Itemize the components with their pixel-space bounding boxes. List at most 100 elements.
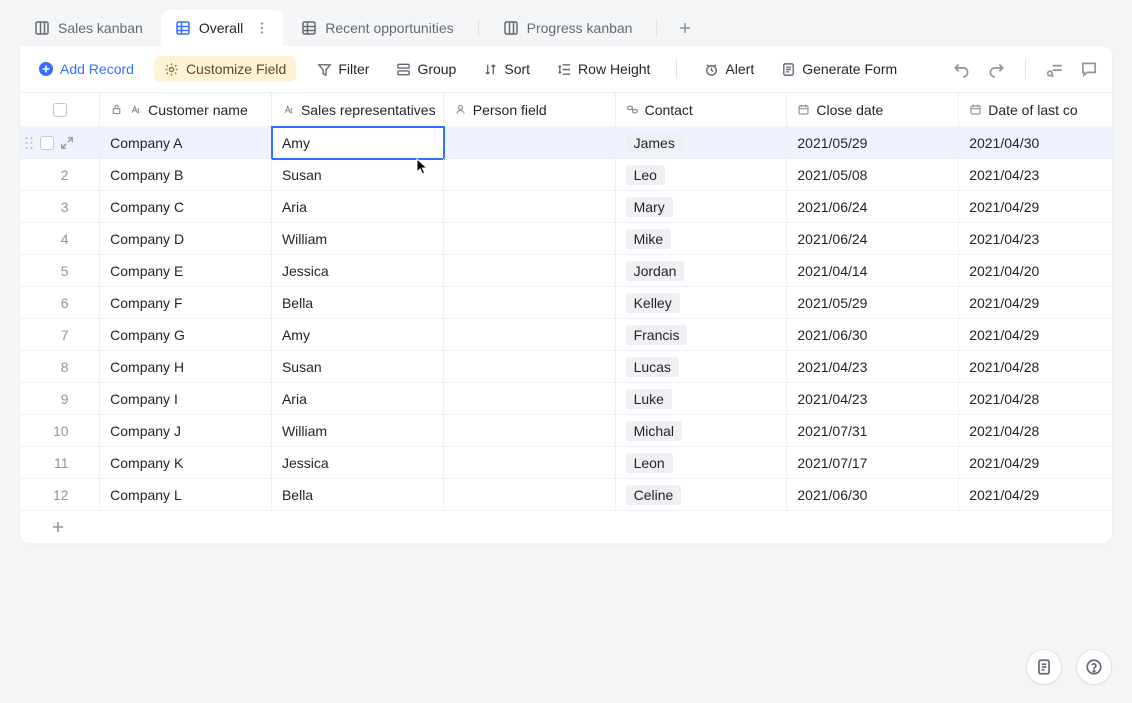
cell-customer[interactable]: Company A: [100, 127, 272, 159]
table-row[interactable]: 12 Company L Bella Celine 2021/06/30 202…: [20, 479, 1112, 511]
cell-person[interactable]: [444, 191, 616, 223]
table-row[interactable]: 5 Company E Jessica Jordan 2021/04/14 20…: [20, 255, 1112, 287]
cell-contact[interactable]: Leon: [616, 447, 788, 479]
alert-button[interactable]: Alert: [697, 57, 760, 81]
cell-contact[interactable]: Kelley: [616, 287, 788, 319]
search-button[interactable]: [1044, 58, 1066, 80]
cell-last-contact[interactable]: 2021/04/29: [959, 287, 1112, 319]
row-height-button[interactable]: Row Height: [550, 57, 656, 81]
cell-person[interactable]: [444, 159, 616, 191]
cell-last-contact[interactable]: 2021/04/23: [959, 223, 1112, 255]
cell-customer[interactable]: Company B: [100, 159, 272, 191]
cell-sales-rep[interactable]: William: [272, 223, 444, 255]
table-row[interactable]: 7 Company G Amy Francis 2021/06/30 2021/…: [20, 319, 1112, 351]
tab-sales-kanban[interactable]: Sales kanban: [20, 10, 157, 46]
cell-customer[interactable]: Company E: [100, 255, 272, 287]
tab-progress-kanban[interactable]: Progress kanban: [489, 10, 647, 46]
row-index-cell[interactable]: 6: [20, 287, 100, 319]
cell-person[interactable]: [444, 415, 616, 447]
header-checkbox-cell[interactable]: [20, 93, 100, 127]
cell-close-date[interactable]: 2021/06/30: [787, 319, 959, 351]
row-index-cell[interactable]: 11: [20, 447, 100, 479]
add-view-button[interactable]: [671, 14, 699, 42]
generate-form-button[interactable]: Generate Form: [774, 57, 903, 81]
cell-sales-rep[interactable]: Amy: [272, 319, 444, 351]
row-index-cell[interactable]: 12: [20, 479, 100, 511]
cell-close-date[interactable]: 2021/05/08: [787, 159, 959, 191]
cell-last-contact[interactable]: 2021/04/28: [959, 383, 1112, 415]
customize-field-button[interactable]: Customize Field: [154, 56, 296, 82]
cell-sales-rep[interactable]: Jessica: [272, 255, 444, 287]
cell-contact[interactable]: James: [616, 127, 788, 159]
cell-contact[interactable]: Leo: [616, 159, 788, 191]
row-index-cell[interactable]: 5: [20, 255, 100, 287]
tab-recent-opportunities[interactable]: Recent opportunities: [287, 10, 467, 46]
cell-sales-rep[interactable]: Aria: [272, 191, 444, 223]
cell-person[interactable]: [444, 127, 616, 159]
filter-button[interactable]: Filter: [310, 57, 375, 81]
select-all-checkbox[interactable]: [53, 103, 67, 117]
row-index-cell[interactable]: 8: [20, 351, 100, 383]
cell-contact[interactable]: Jordan: [616, 255, 788, 287]
cell-person[interactable]: [444, 223, 616, 255]
cell-person[interactable]: [444, 319, 616, 351]
tab-overall[interactable]: Overall: [161, 10, 283, 46]
cell-sales-rep[interactable]: Susan: [272, 159, 444, 191]
cell-contact[interactable]: Celine: [616, 479, 788, 511]
cell-customer[interactable]: Company G: [100, 319, 272, 351]
cell-person[interactable]: [444, 383, 616, 415]
drag-handle-icon[interactable]: [24, 136, 34, 150]
comment-button[interactable]: [1078, 58, 1100, 80]
table-row[interactable]: 8 Company H Susan Lucas 2021/04/23 2021/…: [20, 351, 1112, 383]
cell-close-date[interactable]: 2021/06/24: [787, 191, 959, 223]
cell-contact[interactable]: Michal: [616, 415, 788, 447]
header-last-contact[interactable]: Date of last co: [959, 93, 1112, 127]
table-row[interactable]: 2 Company B Susan Leo 2021/05/08 2021/04…: [20, 159, 1112, 191]
add-record-button[interactable]: Add Record: [32, 57, 140, 81]
table-row[interactable]: 3 Company C Aria Mary 2021/06/24 2021/04…: [20, 191, 1112, 223]
cell-sales-rep[interactable]: Susan: [272, 351, 444, 383]
table-row[interactable]: 4 Company D William Mike 2021/06/24 2021…: [20, 223, 1112, 255]
cell-sales-rep[interactable]: Bella: [272, 287, 444, 319]
cell-customer[interactable]: Company L: [100, 479, 272, 511]
cell-person[interactable]: [444, 447, 616, 479]
row-index-cell[interactable]: 4: [20, 223, 100, 255]
cell-customer[interactable]: Company F: [100, 287, 272, 319]
row-index-cell[interactable]: 7: [20, 319, 100, 351]
cell-last-contact[interactable]: 2021/04/29: [959, 191, 1112, 223]
cell-person[interactable]: [444, 255, 616, 287]
doc-fab[interactable]: [1026, 649, 1062, 685]
header-person[interactable]: Person field: [444, 93, 616, 127]
undo-button[interactable]: [951, 58, 973, 80]
cell-contact[interactable]: Francis: [616, 319, 788, 351]
header-contact[interactable]: Contact: [616, 93, 788, 127]
cell-contact[interactable]: Mary: [616, 191, 788, 223]
cell-last-contact[interactable]: 2021/04/29: [959, 479, 1112, 511]
table-row[interactable]: 10 Company J William Michal 2021/07/31 2…: [20, 415, 1112, 447]
row-index-cell[interactable]: 2: [20, 159, 100, 191]
row-index-cell[interactable]: 9: [20, 383, 100, 415]
cell-person[interactable]: [444, 287, 616, 319]
cell-last-contact[interactable]: 2021/04/29: [959, 319, 1112, 351]
cell-last-contact[interactable]: 2021/04/23: [959, 159, 1112, 191]
cell-last-contact[interactable]: 2021/04/30: [959, 127, 1112, 159]
cell-close-date[interactable]: 2021/06/24: [787, 223, 959, 255]
sort-button[interactable]: Sort: [476, 57, 536, 81]
cell-close-date[interactable]: 2021/07/31: [787, 415, 959, 447]
table-row[interactable]: Company A Amy James 2021/05/29 2021/04/3…: [20, 127, 1112, 159]
cell-person[interactable]: [444, 479, 616, 511]
cell-last-contact[interactable]: 2021/04/20: [959, 255, 1112, 287]
cell-close-date[interactable]: 2021/04/23: [787, 383, 959, 415]
cell-customer[interactable]: Company I: [100, 383, 272, 415]
cell-sales-rep[interactable]: Bella: [272, 479, 444, 511]
cell-sales-rep[interactable]: Jessica: [272, 447, 444, 479]
cell-sales-rep[interactable]: Amy: [272, 127, 444, 159]
cell-close-date[interactable]: 2021/07/17: [787, 447, 959, 479]
cell-customer[interactable]: Company H: [100, 351, 272, 383]
row-index-cell[interactable]: [20, 127, 100, 159]
cell-close-date[interactable]: 2021/04/23: [787, 351, 959, 383]
row-checkbox[interactable]: [40, 136, 54, 150]
cell-customer[interactable]: Company C: [100, 191, 272, 223]
cell-last-contact[interactable]: 2021/04/28: [959, 415, 1112, 447]
cell-contact[interactable]: Mike: [616, 223, 788, 255]
